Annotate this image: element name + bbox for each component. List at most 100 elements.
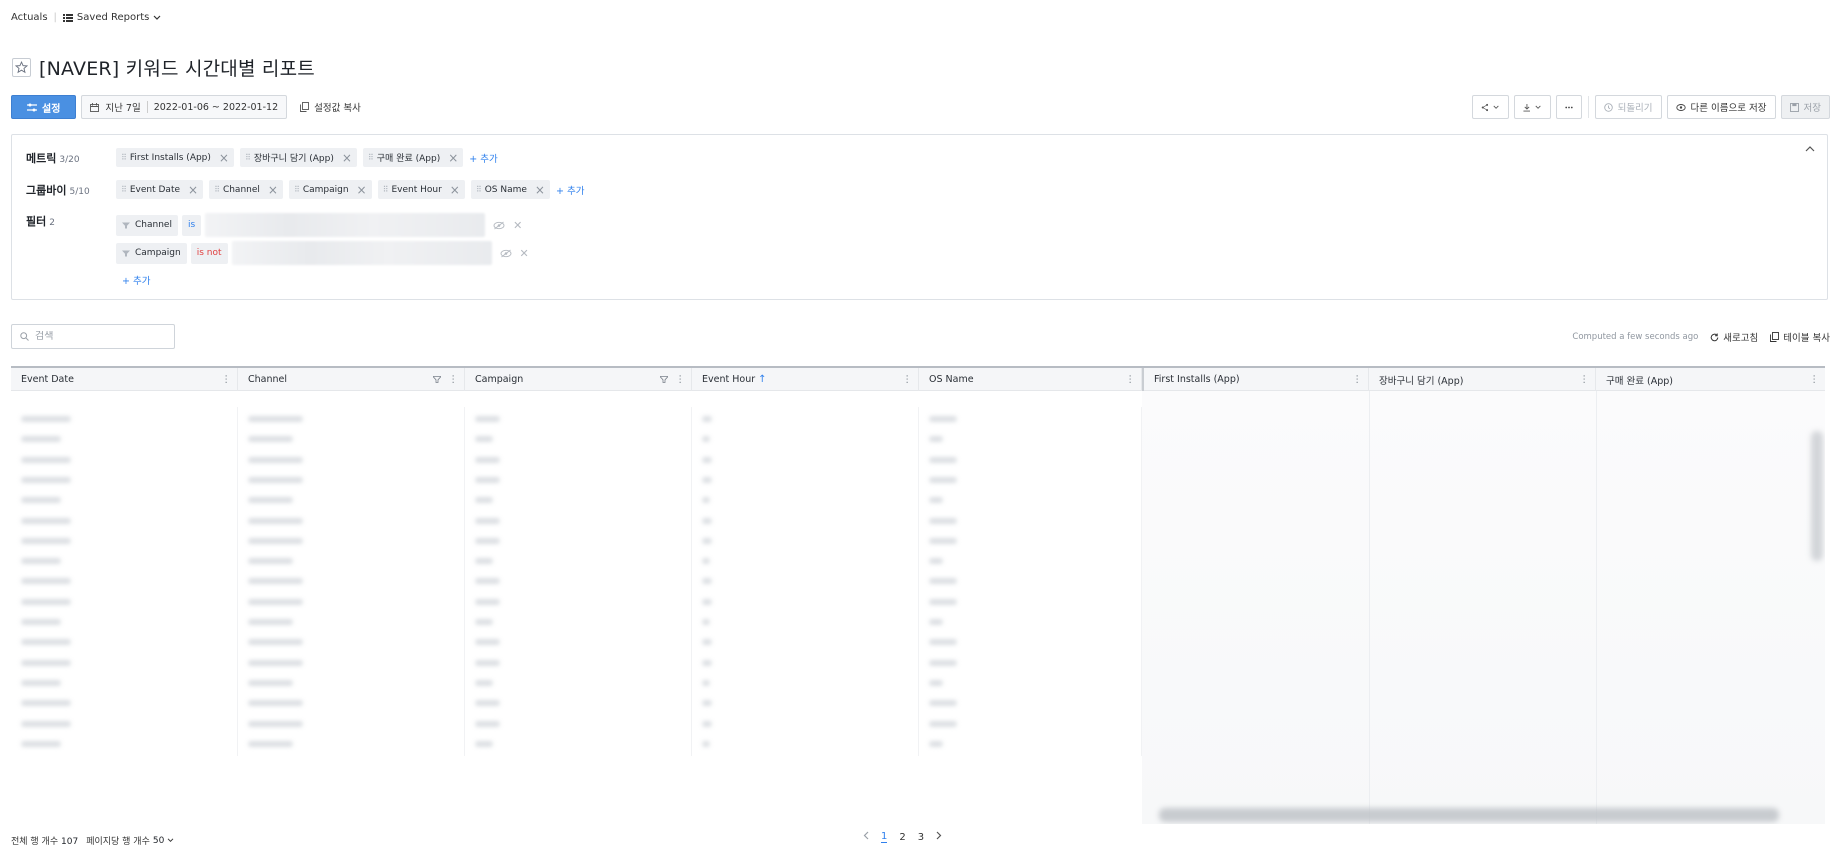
add-metric-link[interactable]: + 추가	[469, 151, 497, 165]
add-filter-link[interactable]: + 추가	[122, 273, 529, 287]
column-menu-icon[interactable]: ⋮	[1126, 374, 1136, 385]
next-page-icon[interactable]	[936, 831, 942, 843]
save-button[interactable]: 저장	[1780, 95, 1830, 119]
filter-field[interactable]: Channel	[116, 214, 178, 236]
horizontal-scrollbar[interactable]	[1159, 808, 1779, 822]
filter-operator[interactable]: is	[181, 214, 202, 236]
saved-reports-label: Saved Reports	[76, 12, 150, 23]
redacted-value	[475, 476, 500, 483]
metrics-chip[interactable]: ⠿ 구매 완료 (App) ×	[362, 148, 464, 167]
column-menu-icon[interactable]: ⋮	[676, 374, 686, 385]
filter-operator-label: is	[187, 220, 196, 230]
eye-off-icon[interactable]	[493, 221, 505, 230]
page-2[interactable]: 2	[899, 832, 905, 843]
metrics-chip[interactable]: ⠿ 장바구니 담기 (App) ×	[239, 148, 357, 167]
drag-handle-icon[interactable]: ⠿	[476, 185, 482, 194]
filter-icon	[122, 250, 130, 256]
redacted-value	[702, 619, 710, 625]
groupby-chip[interactable]: ⠿ OS Name ×	[470, 180, 550, 199]
more-options-button[interactable]	[1555, 95, 1582, 119]
column-header-os-name[interactable]: OS Name ⋮	[919, 368, 1142, 391]
drag-handle-icon[interactable]: ⠿	[214, 185, 220, 194]
redacted-value	[929, 619, 943, 625]
column-header-purchase[interactable]: 구매 완료 (App) ⋮	[1596, 368, 1825, 391]
search-input[interactable]	[35, 331, 165, 342]
refresh-button[interactable]: 새로고침	[1710, 330, 1758, 344]
groupby-chip[interactable]: ⠿ Event Date ×	[116, 180, 204, 199]
filter-icon[interactable]	[432, 376, 441, 383]
column-header-add-to-cart[interactable]: 장바구니 담기 (App) ⋮	[1369, 368, 1596, 391]
prev-page-icon[interactable]	[863, 831, 869, 843]
column-menu-icon[interactable]: ⋮	[903, 374, 913, 385]
column-menu-icon[interactable]: ⋮	[1353, 374, 1363, 385]
redacted-value	[702, 476, 712, 483]
date-preset: 지난 7일	[105, 103, 141, 114]
filter-field[interactable]: Campaign	[116, 242, 187, 264]
drag-handle-icon[interactable]: ⠿	[245, 153, 251, 162]
cell-redacted	[919, 731, 1142, 756]
remove-filter-button[interactable]: ✕	[513, 219, 522, 232]
column-header-event-hour[interactable]: Event Hour ↑ ⋮	[692, 368, 919, 391]
redacted-value	[475, 659, 500, 666]
remove-metrics-icon[interactable]: ×	[448, 152, 458, 164]
groupby-chip[interactable]: ⠿ Campaign ×	[288, 180, 372, 199]
remove-groupby-icon[interactable]: ×	[268, 184, 278, 196]
filter-operator[interactable]: is not	[190, 242, 228, 264]
column-header-campaign[interactable]: Campaign ⋮	[465, 368, 692, 391]
redacted-value	[248, 416, 303, 422]
drag-handle-icon[interactable]: ⠿	[383, 185, 389, 194]
redacted-value	[248, 517, 303, 524]
rows-per-page-select[interactable]: 페이지당 행 개수 50	[86, 834, 174, 847]
redacted-value	[475, 558, 493, 565]
column-menu-icon[interactable]: ⋮	[1810, 374, 1820, 385]
redacted-value	[475, 456, 500, 463]
chevron-up-icon[interactable]	[1805, 145, 1815, 152]
copy-settings-button[interactable]: 설정값 복사	[292, 95, 369, 119]
column-menu-icon[interactable]: ⋮	[222, 374, 232, 385]
remove-groupby-icon[interactable]: ×	[535, 184, 545, 196]
remove-metrics-icon[interactable]: ×	[342, 152, 352, 164]
groupby-chip[interactable]: ⠿ Channel ×	[209, 180, 283, 199]
redacted-value	[702, 558, 710, 565]
cell-redacted	[692, 731, 919, 756]
column-header-event-date[interactable]: Event Date ⋮	[11, 368, 238, 391]
breadcrumb-root[interactable]: Actuals	[11, 12, 48, 23]
filter-row-campaign: Campaign is not ✕	[116, 241, 529, 265]
groupby-chip[interactable]: ⠿ Event Hour ×	[377, 180, 465, 199]
settings-button[interactable]: 설정	[11, 95, 77, 119]
filter-value-redacted[interactable]	[205, 213, 486, 237]
drag-handle-icon[interactable]: ⠿	[121, 185, 127, 194]
redacted-value	[21, 558, 61, 565]
drag-handle-icon[interactable]: ⠿	[121, 153, 127, 162]
remove-groupby-icon[interactable]: ×	[188, 184, 198, 196]
remove-metrics-icon[interactable]: ×	[219, 152, 229, 164]
calendar-icon	[90, 102, 100, 112]
download-button[interactable]	[1513, 95, 1551, 119]
drag-handle-icon[interactable]: ⠿	[368, 153, 374, 162]
redacted-value	[21, 476, 71, 483]
filter-value-redacted[interactable]	[231, 241, 492, 265]
drag-handle-icon[interactable]: ⠿	[294, 185, 300, 194]
saved-reports-dropdown[interactable]: Saved Reports	[62, 12, 161, 23]
column-menu-icon[interactable]: ⋮	[449, 374, 459, 385]
column-menu-icon[interactable]: ⋮	[1580, 374, 1590, 385]
redacted-value	[248, 720, 303, 727]
remove-filter-button[interactable]: ✕	[520, 247, 529, 260]
add-groupby-link[interactable]: + 추가	[556, 183, 584, 197]
metrics-chip[interactable]: ⠿ First Installs (App) ×	[116, 148, 234, 167]
share-button[interactable]	[1471, 95, 1509, 119]
eye-off-icon[interactable]	[500, 249, 512, 258]
save-as-button[interactable]: 다른 이름으로 저장	[1666, 95, 1776, 119]
remove-groupby-icon[interactable]: ×	[450, 184, 460, 196]
filters-count: 2	[49, 218, 55, 228]
date-range-picker[interactable]: 지난 7일 2022-01-06 ~ 2022-01-12	[81, 95, 288, 119]
page-1[interactable]: 1	[881, 831, 888, 843]
revert-button[interactable]: 되돌리기	[1594, 95, 1662, 119]
favorite-button[interactable]	[12, 58, 31, 77]
page-3[interactable]: 3	[918, 832, 924, 843]
copy-table-button[interactable]: 테이블 복사	[1770, 330, 1830, 344]
filter-icon[interactable]	[659, 376, 668, 383]
column-header-channel[interactable]: Channel ⋮	[238, 368, 465, 391]
remove-groupby-icon[interactable]: ×	[357, 184, 367, 196]
column-header-first-installs[interactable]: First Installs (App) ⋮	[1142, 368, 1369, 391]
